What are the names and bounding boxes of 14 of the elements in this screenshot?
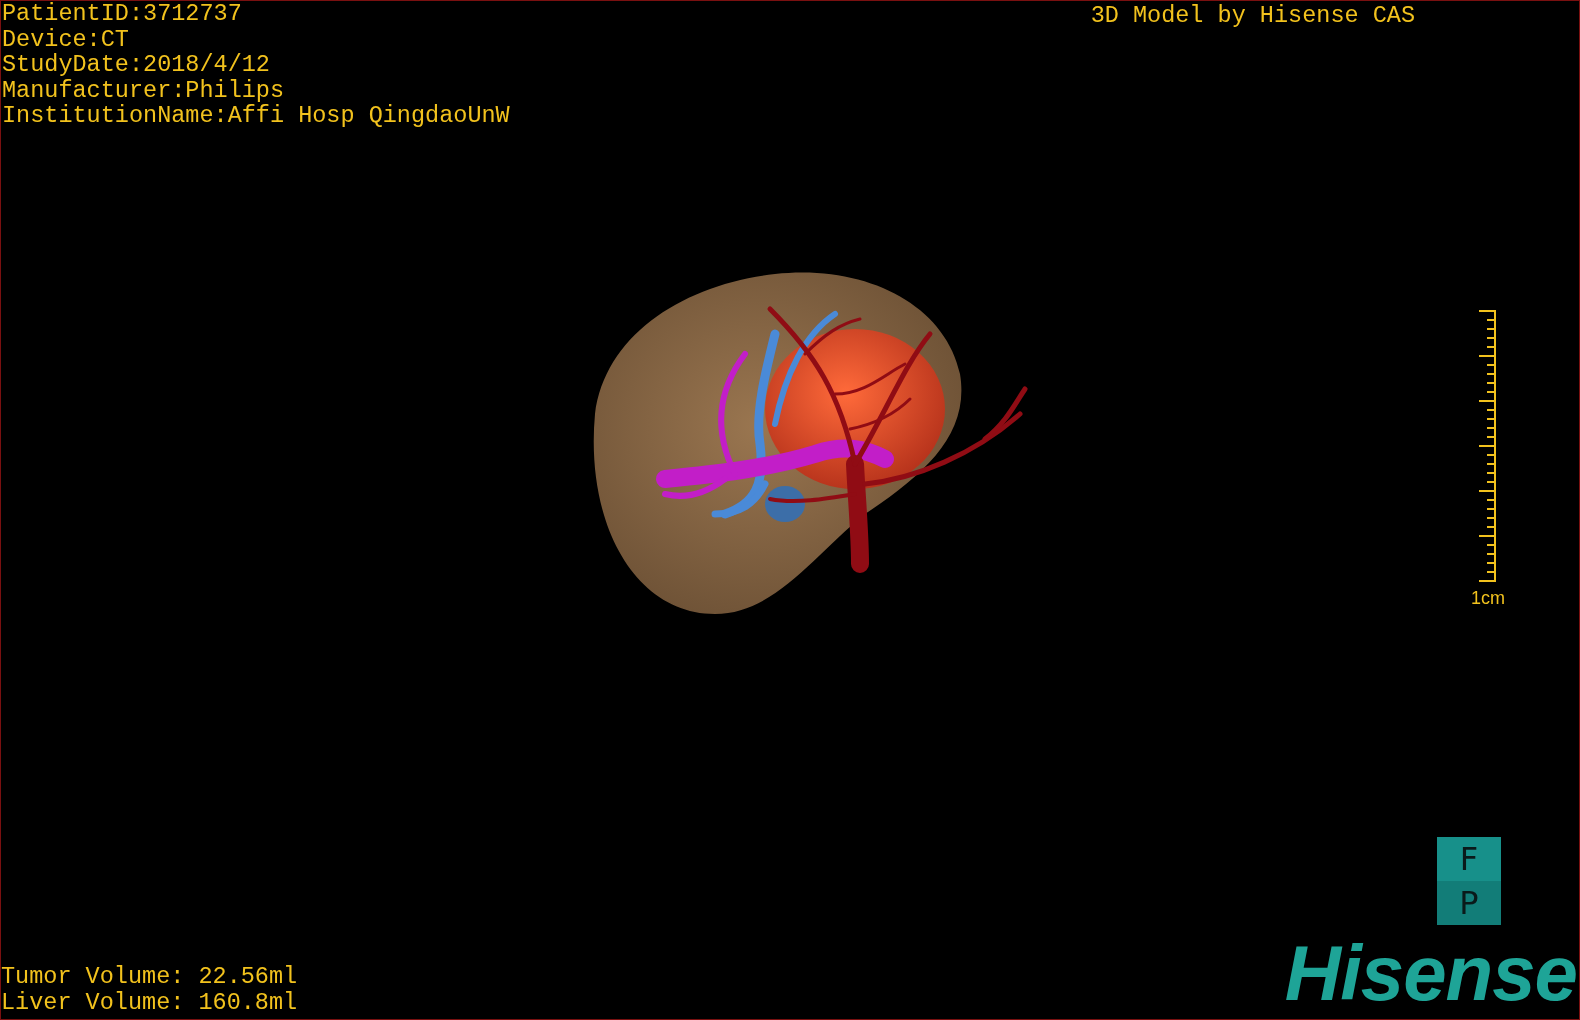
- patient-info-line: InstitutionName:Affi Hosp QingdaoUnW: [2, 103, 510, 129]
- scale-ruler-icon: [1479, 308, 1497, 585]
- viewer-title: 3D Model by Hisense CAS: [1090, 3, 1415, 29]
- brand-logo: Hisense: [1284, 937, 1577, 1009]
- scale-label: 1cm: [1471, 588, 1505, 607]
- orientation-cube-face[interactable]: P: [1437, 881, 1501, 925]
- patient-info-line: Manufacturer:Philips: [2, 77, 286, 103]
- volume-reading: Liver Volume: 160.8ml: [1, 989, 298, 1015]
- volume-reading: Tumor Volume: 22.56ml: [1, 964, 298, 990]
- patient-info-line: StudyDate:2018/4/12: [2, 52, 271, 78]
- orientation-cube-face[interactable]: F: [1437, 837, 1501, 881]
- patient-info-line: PatientID:3712737: [2, 1, 243, 27]
- patient-info-line: Device:CT: [2, 26, 130, 52]
- viewer-canvas[interactable]: PatientID:3712737 Device:CT StudyDate:2018/4/12 Manufacturer:Philips InstitutionName:Affi Hosp QingdaoUnW 3D Model by Hisense CAS 1cm Tumor Volume: 22.56ml Liver Volume: 160.8ml F P Hisense: [0, 0, 1580, 1020]
